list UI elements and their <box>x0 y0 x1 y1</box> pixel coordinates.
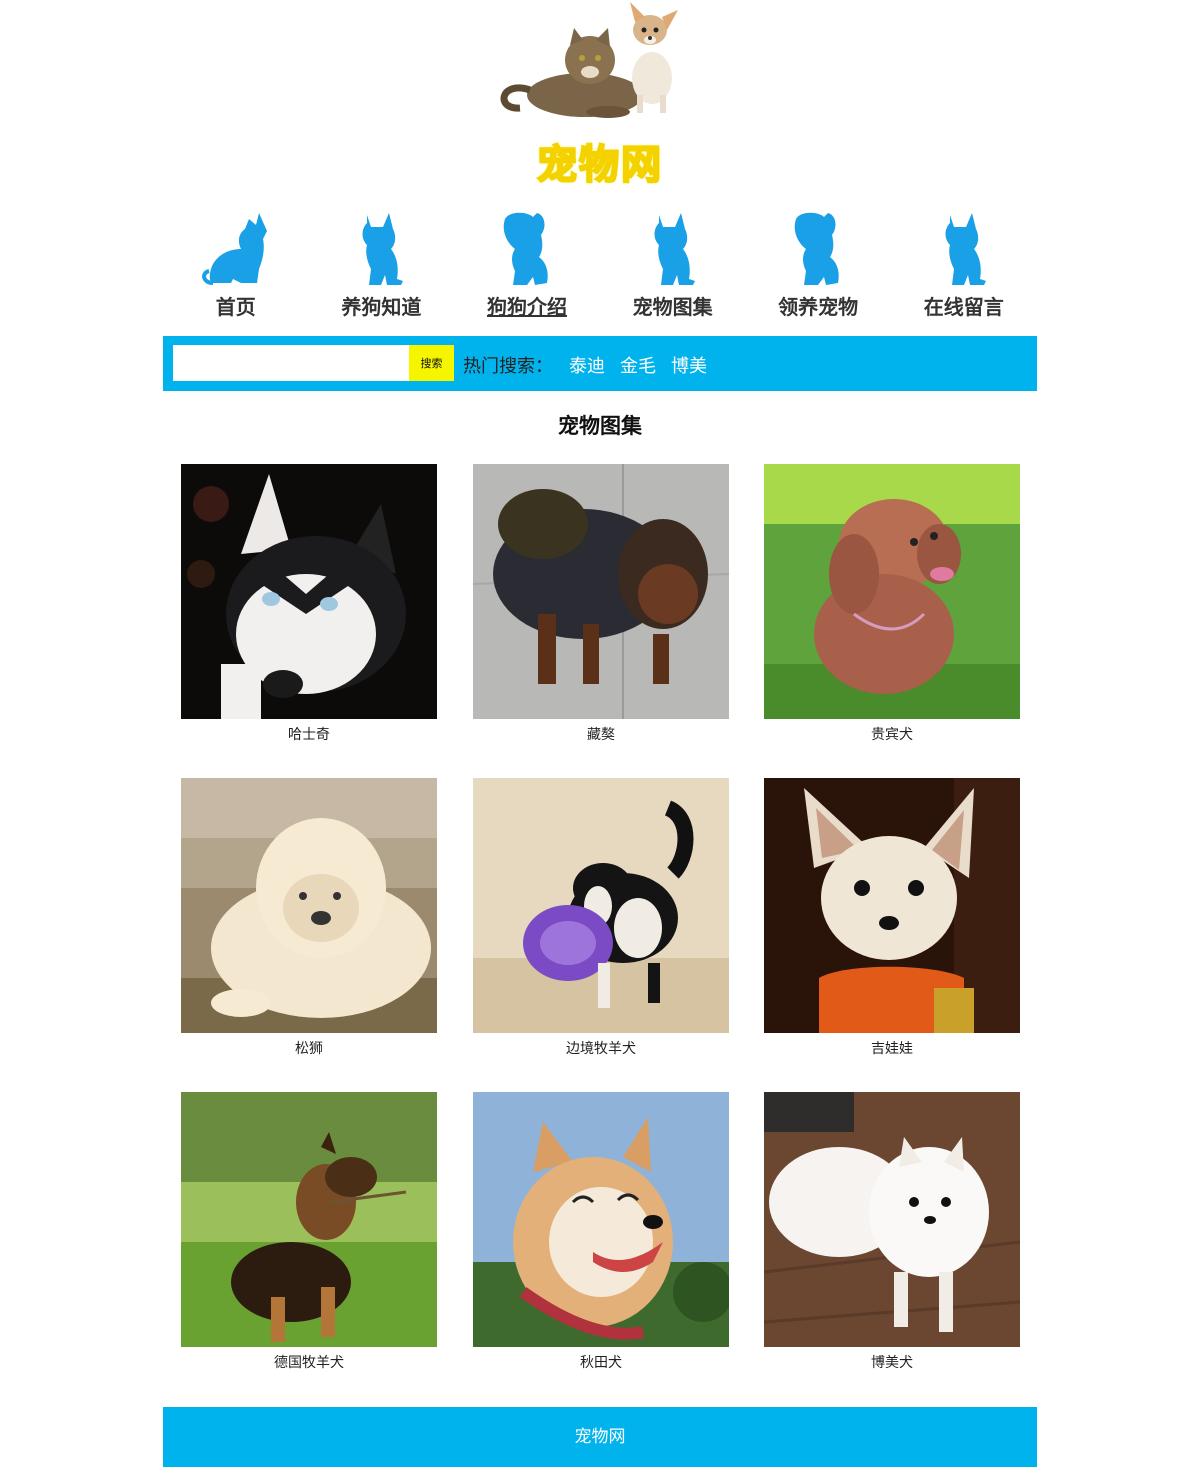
site-logo-text[interactable]: 宠物网 <box>0 132 1200 190</box>
german-shepherd-photo[interactable] <box>181 1092 437 1347</box>
gallery-caption: 吉娃娃 <box>871 1041 913 1057</box>
search-button[interactable]: 搜索 <box>409 345 454 381</box>
nav-item-home[interactable]: 首页 <box>163 205 309 325</box>
site-header: 宠物网 <box>0 0 1200 200</box>
pomeranian-photo[interactable] <box>764 1092 1020 1347</box>
gallery-caption: 德国牧羊犬 <box>274 1355 344 1371</box>
gallery-item[interactable]: 博美犬 <box>764 1092 1020 1372</box>
gallery-item[interactable]: 松狮 <box>181 778 437 1058</box>
hot-search-link-teddy[interactable]: 泰迪 <box>569 352 605 378</box>
nav-label-message: 在线留言 <box>923 295 1004 319</box>
cat-silhouette-icon <box>201 213 267 285</box>
tibetan-mastiff-photo[interactable] <box>473 464 729 719</box>
chihuahua-photo[interactable] <box>764 778 1020 1033</box>
nav-item-dog-intro[interactable]: 狗狗介绍 <box>454 205 600 325</box>
nav-item-adopt[interactable]: 领养宠物 <box>745 205 891 325</box>
border-collie-photo[interactable] <box>473 778 729 1033</box>
nav-label-adopt: 领养宠物 <box>778 295 859 319</box>
search-bar: 搜索 热门搜索： 泰迪 金毛 博美 <box>163 336 1037 391</box>
puppy-silhouette-icon <box>503 212 548 285</box>
gallery-item[interactable]: 藏獒 <box>473 464 729 744</box>
gallery-caption: 贵宾犬 <box>871 727 913 743</box>
nav-item-dog-knowledge[interactable]: 养狗知道 <box>309 205 455 325</box>
nav-item-message[interactable]: 在线留言 <box>891 205 1037 325</box>
gallery-item[interactable]: 德国牧羊犬 <box>181 1092 437 1372</box>
gallery-caption: 边境牧羊犬 <box>566 1041 636 1057</box>
logo-cat-dog-image[interactable] <box>490 0 705 135</box>
hot-search-label: 热门搜索： <box>463 356 553 377</box>
husky-photo[interactable] <box>181 464 437 719</box>
hot-search-link-pomeranian[interactable]: 博美 <box>671 352 707 378</box>
kitten-silhouette-icon <box>945 213 986 285</box>
akita-photo[interactable] <box>473 1092 729 1347</box>
gallery-item[interactable]: 哈士奇 <box>181 464 437 744</box>
chow-chow-photo[interactable] <box>181 778 437 1033</box>
nav-label-pet-gallery: 宠物图集 <box>632 295 713 319</box>
nav-item-pet-gallery[interactable]: 宠物图集 <box>600 205 746 325</box>
gallery-caption: 哈士奇 <box>288 727 330 743</box>
gallery-item[interactable]: 边境牧羊犬 <box>473 778 729 1058</box>
gallery-item[interactable]: 秋田犬 <box>473 1092 729 1372</box>
poodle-photo[interactable] <box>764 464 1020 719</box>
gallery-caption: 松狮 <box>295 1041 323 1057</box>
gallery-item[interactable]: 贵宾犬 <box>764 464 1020 744</box>
kitten-silhouette-icon <box>654 213 695 285</box>
puppy-silhouette-icon <box>794 212 839 285</box>
nav-label-home: 首页 <box>215 295 256 319</box>
gallery-caption: 秋田犬 <box>580 1355 622 1371</box>
kitten-silhouette-icon <box>362 213 404 285</box>
hot-search-link-golden[interactable]: 金毛 <box>620 352 656 378</box>
main-nav: 首页 养狗知道 狗狗介绍 宠物图集 领养宠物 在线留言 <box>163 205 1037 325</box>
gallery-item[interactable]: 吉娃娃 <box>764 778 1020 1058</box>
nav-label-dog-intro: 狗狗介绍 <box>486 295 567 319</box>
gallery-caption: 博美犬 <box>871 1355 913 1371</box>
nav-label-dog-knowledge: 养狗知道 <box>341 295 422 319</box>
site-footer: 宠物网 <box>163 1407 1037 1467</box>
gallery-caption: 藏獒 <box>587 727 615 743</box>
search-input[interactable] <box>173 345 409 381</box>
gallery-title: 宠物图集 <box>558 414 642 438</box>
